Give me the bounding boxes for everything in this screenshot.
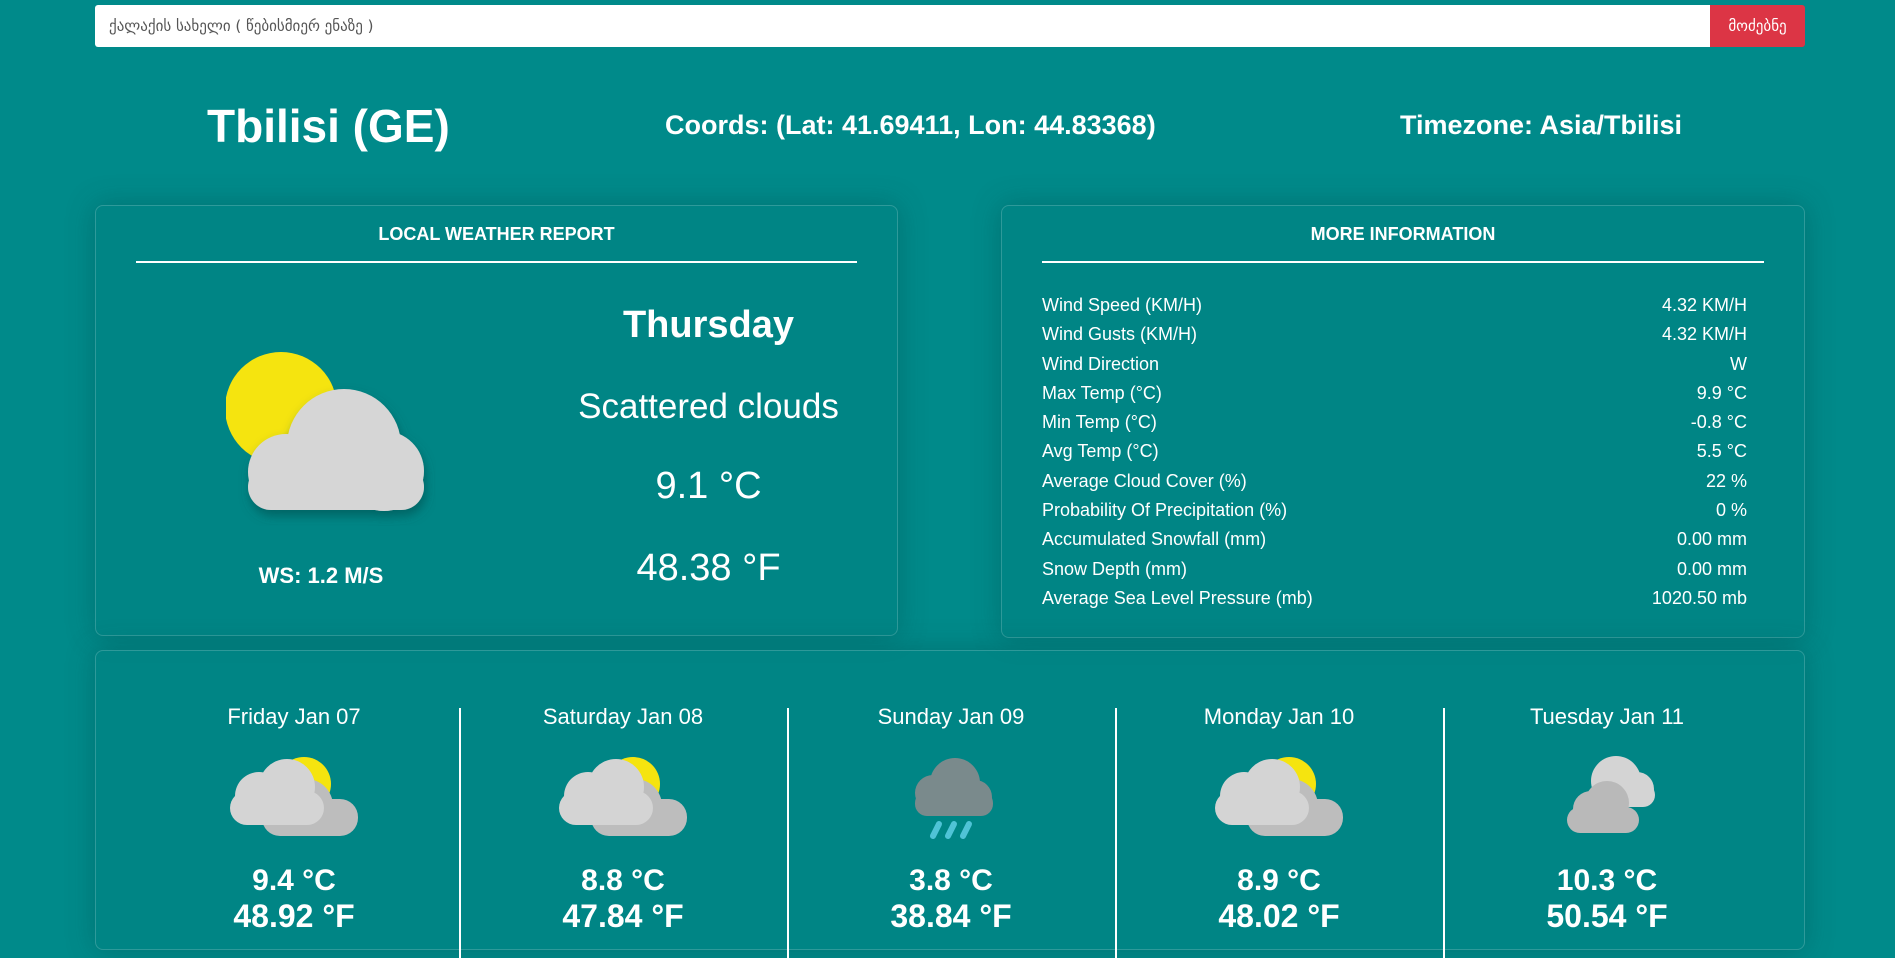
info-value: 22 % <box>1705 470 1747 491</box>
info-row: Wind Gusts (KM/H) 4.32 KM/H <box>1042 320 1747 349</box>
forecast-date: Monday Jan 10 <box>1203 704 1355 729</box>
info-row: Avg Temp (°C) 5.5 °C <box>1042 437 1747 466</box>
info-label: Min Temp (°C) <box>1042 412 1157 433</box>
info-value: 9.9 °C <box>1696 382 1747 403</box>
coordinates: Coords: (Lat: 41.69411, Lon: 44.83368) <box>665 110 1156 140</box>
forecast-date: Sunday Jan 09 <box>877 704 1025 729</box>
info-value: 5.5 °C <box>1696 441 1747 462</box>
info-value: 0.00 mm <box>1676 529 1747 550</box>
city-search-input[interactable] <box>95 5 1710 47</box>
rain-cloud-icon <box>915 758 993 839</box>
current-day: Thursday <box>622 304 795 346</box>
info-row: Average Cloud Cover (%) 22 % <box>1042 467 1747 496</box>
info-value: 0 % <box>1715 500 1747 521</box>
forecast-date: Friday Jan 07 <box>227 704 361 729</box>
info-row: Max Temp (°C) 9.9 °C <box>1042 379 1747 408</box>
forecast-temp-fahrenheit: 38.84 °F <box>890 898 1012 934</box>
info-label: Max Temp (°C) <box>1042 382 1162 403</box>
temperature-celsius: 9.1 °C <box>655 465 762 507</box>
info-label: Snow Depth (mm) <box>1042 558 1188 579</box>
wind-speed-label: WS: 1.2 M/S <box>258 563 384 588</box>
info-label: Average Cloud Cover (%) <box>1042 470 1247 491</box>
info-value: W <box>1730 353 1747 374</box>
weather-condition: Scattered clouds <box>578 387 839 426</box>
partly-cloudy-icon <box>1215 757 1343 836</box>
forecast-day: Tuesday Jan 11 10.3 °C 50.54 °F <box>1443 651 1771 951</box>
forecast-temp-celsius: 9.4 °C <box>252 864 336 897</box>
info-row: Accumulated Snowfall (mm) 0.00 mm <box>1042 525 1747 554</box>
forecast-date: Saturday Jan 08 <box>542 704 704 729</box>
timezone: Timezone: Asia/Tbilisi <box>1400 110 1683 140</box>
forecast-temp-celsius: 3.8 °C <box>909 864 993 897</box>
info-row: Wind Speed (KM/H) 4.32 KM/H <box>1042 291 1747 320</box>
info-label: Wind Speed (KM/H) <box>1042 295 1203 315</box>
info-row: Min Temp (°C) -0.8 °C <box>1042 408 1747 437</box>
forecast-day: Saturday Jan 08 8.8 °C 47.84 °F <box>459 651 787 951</box>
forecast-temp-celsius: 8.8 °C <box>581 864 665 897</box>
info-row: Snow Depth (mm) 0.00 mm <box>1042 555 1747 584</box>
info-label: Accumulated Snowfall (mm) <box>1042 529 1267 550</box>
forecast-day: Monday Jan 10 8.9 °C 48.02 °F <box>1115 651 1443 951</box>
forecast-card: Friday Jan 07 9.4 °C 48.92 °F Saturday J… <box>95 650 1805 958</box>
search-button[interactable]: მოძებნე <box>1710 5 1805 47</box>
local-weather-card: LOCAL WEATHER REPORT WS: 1.2 M/S Thursda… <box>95 205 898 636</box>
forecast-temp-celsius: 8.9 °C <box>1237 864 1321 897</box>
location-header: Tbilisi (GE) Coords: (Lat: 41.69411, Lon… <box>95 95 1805 157</box>
info-value: 1020.50 mb <box>1651 587 1747 608</box>
city-name: Tbilisi (GE) <box>207 100 450 152</box>
more-info-title: MORE INFORMATION <box>1042 224 1764 263</box>
partly-cloudy-icon <box>230 757 358 836</box>
more-info-card: MORE INFORMATION Wind Speed (KM/H) 4.32 K… <box>1001 205 1805 638</box>
forecast-temp-fahrenheit: 50.54 °F <box>1546 898 1668 934</box>
forecast-temp-celsius: 10.3 °C <box>1556 864 1658 897</box>
info-label: Average Sea Level Pressure (mb) <box>1042 587 1313 608</box>
forecast-day: Sunday Jan 09 3.8 °C 38.84 °F <box>787 651 1115 951</box>
info-row: Probability Of Precipitation (%) 0 % <box>1042 496 1747 525</box>
info-label: Probability Of Precipitation (%) <box>1042 500 1288 521</box>
forecast-temp-fahrenheit: 48.02 °F <box>1218 898 1340 934</box>
info-label: Wind Gusts (KM/H) <box>1042 324 1198 345</box>
info-label: Wind Direction <box>1042 353 1160 374</box>
forecast-temp-fahrenheit: 47.84 °F <box>562 898 684 934</box>
partly-cloudy-icon <box>559 757 687 836</box>
forecast-day: Friday Jan 07 9.4 °C 48.92 °F <box>130 651 458 951</box>
overcast-clouds-icon <box>1567 756 1655 833</box>
temperature-fahrenheit: 48.38 °F <box>636 547 781 589</box>
info-label: Avg Temp (°C) <box>1042 441 1159 462</box>
forecast-date: Tuesday Jan 11 <box>1529 704 1685 729</box>
info-row: Wind Direction W <box>1042 350 1747 379</box>
local-weather-title: LOCAL WEATHER REPORT <box>136 224 857 263</box>
search-bar: მოძებნე <box>95 5 1805 47</box>
partly-cloudy-day-icon <box>226 352 424 511</box>
info-list: Wind Speed (KM/H) 4.32 KM/H Wind Gusts (K… <box>1042 291 1747 613</box>
forecast-temp-fahrenheit: 48.92 °F <box>233 898 355 934</box>
info-value: 4.32 KM/H <box>1661 295 1747 315</box>
info-value: 0.00 mm <box>1676 558 1747 579</box>
info-value: -0.8 °C <box>1690 412 1747 433</box>
info-row: Average Sea Level Pressure (mb) 1020.50 m… <box>1042 584 1747 613</box>
info-value: 4.32 KM/H <box>1661 324 1747 345</box>
